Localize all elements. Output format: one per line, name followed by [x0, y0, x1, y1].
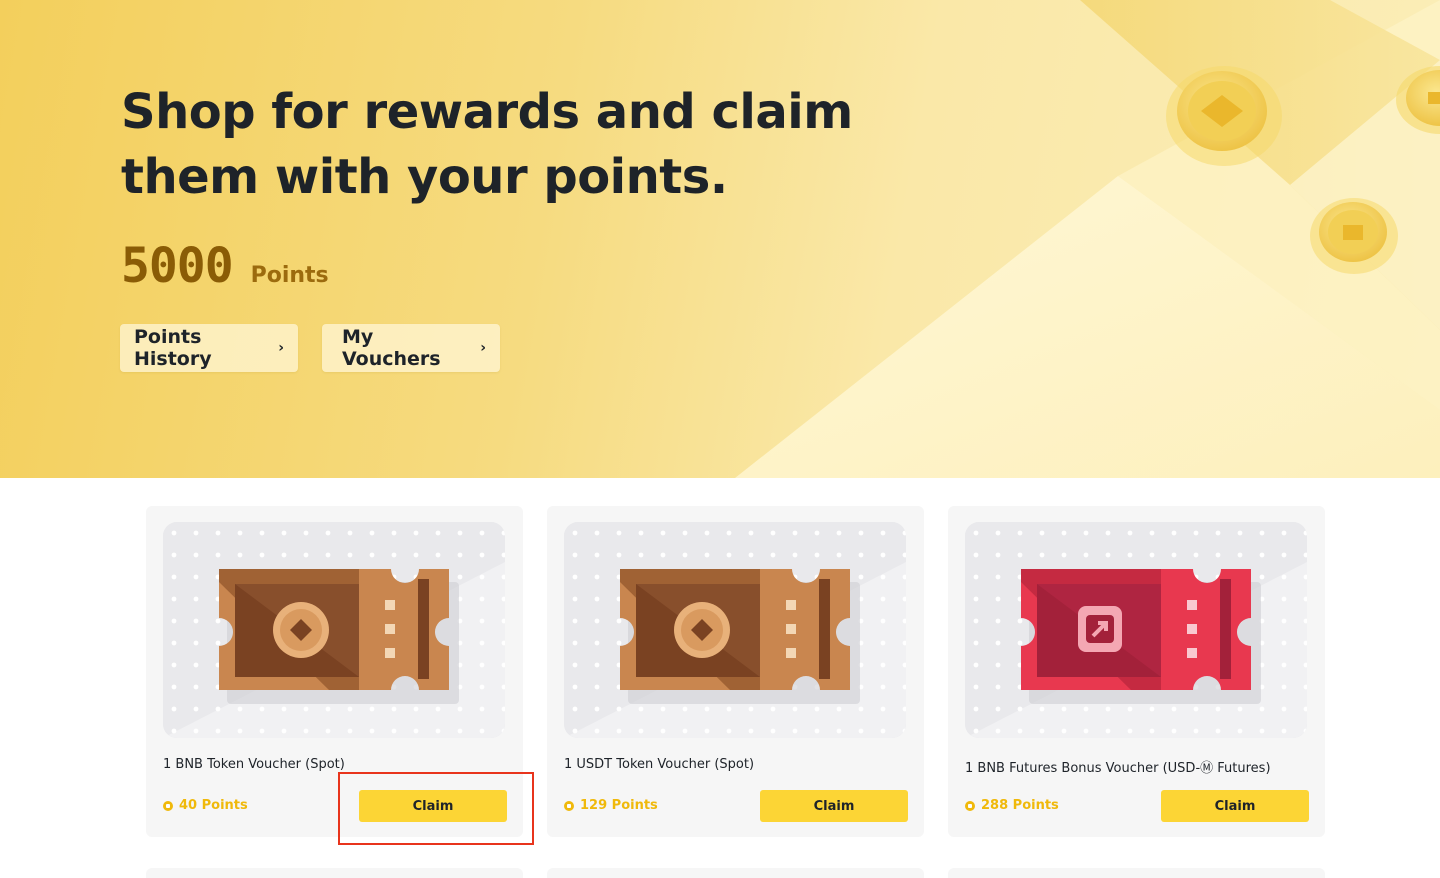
- chevron-right-icon: ›: [480, 340, 486, 356]
- voucher-points-value: 288 Points: [981, 798, 1059, 813]
- my-vouchers-label: My Vouchers: [342, 326, 441, 370]
- coin-icon: [1310, 198, 1398, 274]
- coin-ticket-icon: [163, 522, 505, 738]
- coin-icon: [1166, 66, 1282, 166]
- voucher-points-value: 40 Points: [179, 798, 248, 813]
- points-value: 5000: [121, 238, 234, 294]
- voucher-card-peek: [547, 868, 924, 878]
- my-vouchers-button[interactable]: My Vouchers ›: [322, 324, 500, 372]
- voucher-title: 1 USDT Token Voucher (Spot): [564, 757, 755, 772]
- voucher-image: [163, 522, 505, 738]
- voucher-title: 1 BNB Token Voucher (Spot): [163, 757, 345, 772]
- voucher-points: 288 Points: [965, 798, 1059, 813]
- voucher-card-peek: [948, 868, 1325, 878]
- points-history-button[interactable]: Points History ›: [120, 324, 298, 372]
- chevron-right-icon: ›: [278, 340, 284, 356]
- voucher-card: 1 BNB Token Voucher (Spot) 40 Points Cla…: [146, 506, 523, 837]
- points-coin-icon: [564, 800, 574, 811]
- points-coin-icon: [163, 800, 173, 811]
- voucher-image: [564, 522, 906, 738]
- voucher-card-peek: [146, 868, 523, 878]
- voucher-points: 40 Points: [163, 798, 248, 813]
- voucher-card: 1 USDT Token Voucher (Spot) 129 Points C…: [547, 506, 924, 837]
- voucher-image: [965, 522, 1307, 738]
- claim-button[interactable]: Claim: [1161, 790, 1309, 822]
- points-label: Points: [250, 263, 329, 288]
- coin-ticket-icon: [564, 522, 906, 738]
- page-title: Shop for rewards and claim them with you…: [121, 84, 853, 205]
- claim-button[interactable]: Claim: [760, 790, 908, 822]
- voucher-points-value: 129 Points: [580, 798, 658, 813]
- points-history-label: Points History: [134, 326, 212, 370]
- voucher-title: 1 BNB Futures Bonus Voucher (USD-Ⓜ Futur…: [965, 761, 1271, 776]
- futures-ticket-icon: [965, 522, 1307, 738]
- voucher-points: 129 Points: [564, 798, 658, 813]
- points-balance: 5000 Points: [121, 238, 329, 294]
- points-coin-icon: [965, 800, 975, 811]
- voucher-card: 1 BNB Futures Bonus Voucher (USD-Ⓜ Futur…: [948, 506, 1325, 837]
- hero-banner: Shop for rewards and claim them with you…: [0, 0, 1440, 478]
- claim-button[interactable]: Claim: [359, 790, 507, 822]
